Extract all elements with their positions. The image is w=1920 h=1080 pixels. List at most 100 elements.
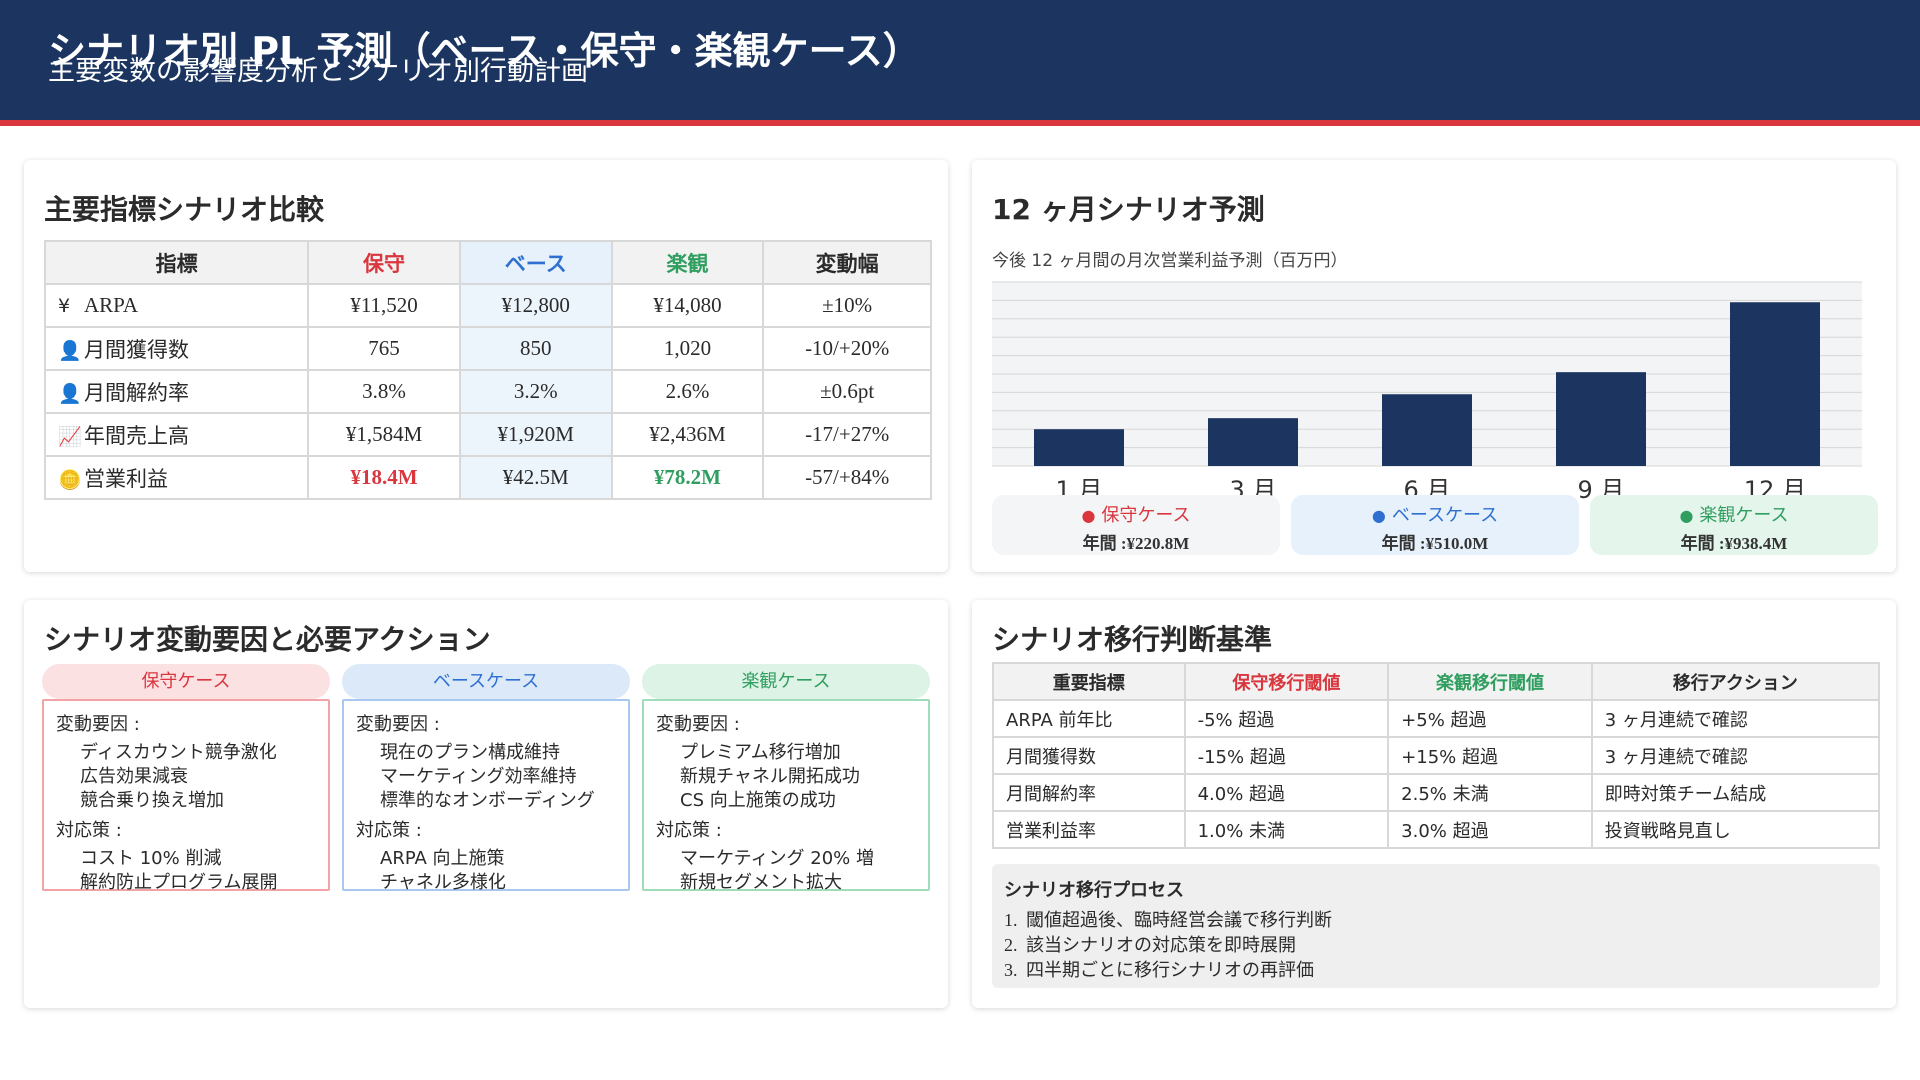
transition-process-box: シナリオ移行プロセス 1. 閾値超過後、臨時経営会議で移行判断 2. 該当シナリオの… [992, 864, 1880, 988]
cell-optimistic: ¥2,436M [610, 412, 765, 457]
cell-range: ±0.6pt [762, 369, 932, 414]
summary-value: 年間 :¥938.4M [1680, 534, 1788, 553]
metric-label: 営業利益 [84, 466, 168, 491]
cell-base: 3.2% [458, 369, 613, 414]
cell-base: ¥42.5M [458, 455, 613, 500]
scenario-head-base: ベースケース [342, 664, 630, 699]
table-row: 月間獲得数 -15% 超過 +15% 超過 3 ヶ月連続で確認 [992, 736, 1881, 775]
cell-range: -10/+20% [762, 326, 932, 371]
summary-pill-conservative: ● 保守ケース 年間 :¥220.8M [992, 495, 1280, 555]
forecast-card-title: 12 ヶ月シナリオ予測 [992, 193, 1265, 226]
metric-label: 月間獲得数 [84, 337, 189, 362]
page-subtitle: 主要変数の影響度分析とシナリオ別行動計画 [48, 56, 588, 87]
cell-conservative-threshold: -15% 超過 [1183, 736, 1390, 775]
summary-label: ベースケース [1391, 505, 1499, 526]
actions-card-title: シナリオ変動要因と必要アクション [44, 623, 491, 656]
cell-conservative: 765 [307, 326, 461, 371]
metric-label: 月間解約率 [84, 380, 189, 405]
chart-bar [1556, 372, 1646, 466]
scenario-head-conservative: 保守ケース [42, 664, 330, 699]
list-item: コスト 10% 削減 [80, 848, 222, 869]
list-item: 広告効果減衰 [80, 766, 188, 787]
cell-metric: 月間解約率 [992, 773, 1186, 812]
list-item: マーケティング 20% 増 [680, 848, 875, 869]
summary-pill-base: ● ベースケース 年間 :¥510.0M [1291, 495, 1579, 555]
factors-label: 変動要因 : [356, 714, 440, 735]
chart-bar [1730, 302, 1820, 466]
cell-optimistic-threshold: +5% 超過 [1387, 699, 1593, 738]
col-header-conservative-threshold: 保守移行閾値 [1183, 662, 1390, 701]
list-item: マーケティング効率維持 [380, 766, 577, 787]
cell-optimistic: 2.6% [610, 369, 765, 414]
list-item: 3. 四半期ごとに移行シナリオの再評価 [1004, 960, 1314, 981]
metrics-card-title: 主要指標シナリオ比較 [44, 193, 325, 226]
cell-metric: 営業利益率 [992, 810, 1186, 849]
cell-conservative-threshold: 1.0% 未満 [1183, 810, 1390, 849]
table-row: ARPA 前年比 -5% 超過 +5% 超過 3 ヶ月連続で確認 [992, 699, 1881, 738]
dot-icon: ● [1679, 506, 1694, 525]
cell-range: -17/+27% [762, 412, 932, 457]
scenario-head-optimistic: 楽観ケース [642, 664, 930, 699]
list-item: ARPA 向上施策 [380, 848, 505, 869]
factors-label: 変動要因 : [656, 714, 740, 735]
cell-range: -57/+84% [762, 455, 932, 500]
process-title: シナリオ移行プロセス [1004, 880, 1184, 901]
cell-range: ±10% [762, 283, 932, 328]
criteria-card: シナリオ移行判断基準 重要指標 保守移行閾値 楽観移行閾値 移行アクション AR… [972, 600, 1896, 1008]
chart-bar [1382, 394, 1472, 466]
list-item: 解約防止プログラム展開 [80, 872, 278, 893]
forecast-bar-chart: 1 月3 月6 月9 月 12 月 [992, 281, 1862, 504]
list-item: 競合乗り換え増加 [80, 790, 224, 811]
metrics-table: 指標 保守 ベース 楽観 変動幅 ¥ ARPA ¥11,520 ¥12,800 ¥… [43, 240, 932, 500]
page-header: シナリオ別 PL 予測（ベース・保守・楽観ケース） 主要変数の影響度分析とシナリ… [0, 0, 1920, 126]
summary-pill-optimistic: ● 楽観ケース 年間 :¥938.4M [1590, 495, 1878, 555]
list-item: チャネル多様化 [380, 872, 506, 893]
forecast-subtitle: 今後 12 ヶ月間の月次営業利益予測（百万円） [992, 251, 1348, 271]
list-item: プレミアム移行増加 [680, 742, 841, 763]
dot-icon: ● [1371, 506, 1386, 525]
summary-label: 楽観ケース [1699, 505, 1789, 526]
col-header-transition-action: 移行アクション [1590, 662, 1881, 701]
summary-value: 年間 :¥220.8M [1082, 534, 1190, 553]
metrics-table-header: 指標 保守 ベース 楽観 変動幅 [43, 240, 932, 285]
measures-label: 対応策 : [356, 820, 422, 841]
criteria-card-title: シナリオ移行判断基準 [992, 623, 1273, 656]
cell-conservative-threshold: 4.0% 超過 [1183, 773, 1390, 812]
coins-icon: 🪙 [58, 468, 82, 491]
cell-optimistic-threshold: 2.5% 未満 [1387, 773, 1593, 812]
cell-conservative: ¥11,520 [307, 283, 461, 328]
cell-optimistic: 1,020 [610, 326, 765, 371]
list-item: 2. 該当シナリオの対応策を即時展開 [1004, 935, 1296, 956]
list-item: CS 向上施策の成功 [680, 790, 836, 811]
col-header-range: 変動幅 [762, 240, 932, 285]
metric-label: 年間売上高 [84, 423, 189, 448]
criteria-table: 重要指標 保守移行閾値 楽観移行閾値 移行アクション ARPA 前年比 -5% … [992, 662, 1881, 849]
table-row: 👤 月間解約率 3.8% 3.2% 2.6% ±0.6pt [43, 369, 932, 414]
cell-base: ¥1,920M [458, 412, 613, 457]
table-row: 👤 月間獲得数 765 850 1,020 -10/+20% [43, 326, 932, 371]
summary-value: 年間 :¥510.0M [1381, 534, 1489, 553]
table-row: 営業利益率 1.0% 未満 3.0% 超過 投資戦略見直し [992, 810, 1881, 849]
summary-label: 保守ケース [1101, 505, 1191, 526]
cell-optimistic: ¥14,080 [610, 283, 765, 328]
user-minus-icon: 👤 [58, 382, 82, 405]
cell-action: 即時対策チーム結成 [1590, 773, 1881, 812]
cell-base: ¥12,800 [458, 283, 613, 328]
metric-label: ARPA [84, 293, 139, 317]
table-row: 月間解約率 4.0% 超過 2.5% 未満 即時対策チーム結成 [992, 773, 1881, 812]
col-header-key-metric: 重要指標 [992, 662, 1186, 701]
col-header-base: ベース [458, 240, 613, 285]
cell-base: 850 [458, 326, 613, 371]
factors-label: 変動要因 : [56, 714, 140, 735]
cell-metric: 月間獲得数 [992, 736, 1186, 775]
col-header-optimistic: 楽観 [610, 240, 765, 285]
col-header-conservative: 保守 [307, 240, 461, 285]
chart-bar [1208, 418, 1298, 466]
yen-icon: ¥ [58, 295, 71, 317]
measures-label: 対応策 : [56, 820, 122, 841]
list-item: ディスカウント競争激化 [80, 742, 277, 763]
list-item: 標準的なオンボーディング [380, 790, 595, 811]
cell-conservative-threshold: -5% 超過 [1183, 699, 1390, 738]
cell-conservative: ¥1,584M [307, 412, 461, 457]
cell-action: 3 ヶ月連続で確認 [1590, 699, 1881, 738]
